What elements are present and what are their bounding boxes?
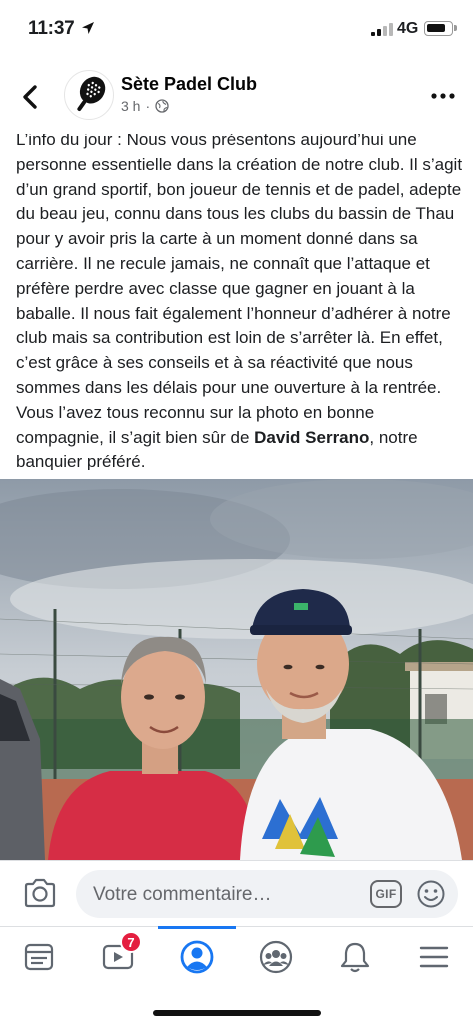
globe-icon: [155, 99, 169, 113]
groups-icon: [259, 940, 293, 974]
active-tab-indicator: [158, 926, 236, 929]
page-name[interactable]: Sète Padel Club: [121, 74, 257, 95]
tab-groups[interactable]: [254, 935, 298, 979]
more-dots-icon[interactable]: [428, 84, 458, 108]
post-text: L’info du jour : Nous vous présentons au…: [16, 134, 466, 470]
camera-icon[interactable]: [22, 876, 58, 910]
post-header: Sète Padel Club 3 h ·: [0, 58, 473, 138]
post-meta: 3 h ·: [121, 98, 169, 114]
tab-watch[interactable]: 7: [96, 931, 142, 979]
notification-badge: 7: [120, 931, 142, 953]
status-time: 11:37: [28, 18, 75, 39]
gif-button[interactable]: GIF: [370, 880, 402, 908]
network-type: 4G: [397, 20, 419, 37]
avatar[interactable]: [64, 70, 114, 120]
padel-racket-logo-icon: [77, 76, 106, 112]
menu-icon: [419, 946, 449, 968]
location-arrow-icon: [82, 22, 94, 34]
battery-icon: [424, 21, 457, 36]
meta-separator: ·: [145, 98, 151, 114]
photo-two-men-at-padel-club: [0, 479, 473, 860]
post-photo[interactable]: [0, 479, 473, 860]
comment-bar: Votre commentaire… GIF: [0, 860, 473, 926]
tagged-person-name[interactable]: David Serrano: [254, 428, 369, 447]
tab-profile[interactable]: [175, 935, 219, 979]
bell-icon: [340, 942, 370, 973]
status-bar: 11:37 4G: [0, 0, 473, 58]
home-indicator[interactable]: [153, 1010, 321, 1016]
emoji-icon[interactable]: [416, 879, 446, 909]
signal-strength-icon: [371, 23, 393, 36]
bottom-tab-bar: 7: [0, 926, 473, 1024]
tab-menu[interactable]: [412, 935, 456, 979]
post-text-part: L’info du jour : Nous vous présentons au…: [16, 134, 463, 447]
tab-notifications[interactable]: [333, 935, 377, 979]
tab-feed[interactable]: [17, 935, 61, 979]
comment-placeholder: Votre commentaire…: [93, 884, 272, 905]
news-feed-icon: [24, 943, 54, 971]
battery-fill: [427, 24, 445, 32]
comment-input[interactable]: Votre commentaire… GIF: [76, 870, 458, 918]
post-age[interactable]: 3 h: [121, 98, 140, 114]
profile-icon: [180, 940, 214, 974]
chevron-left-icon[interactable]: [14, 80, 48, 114]
